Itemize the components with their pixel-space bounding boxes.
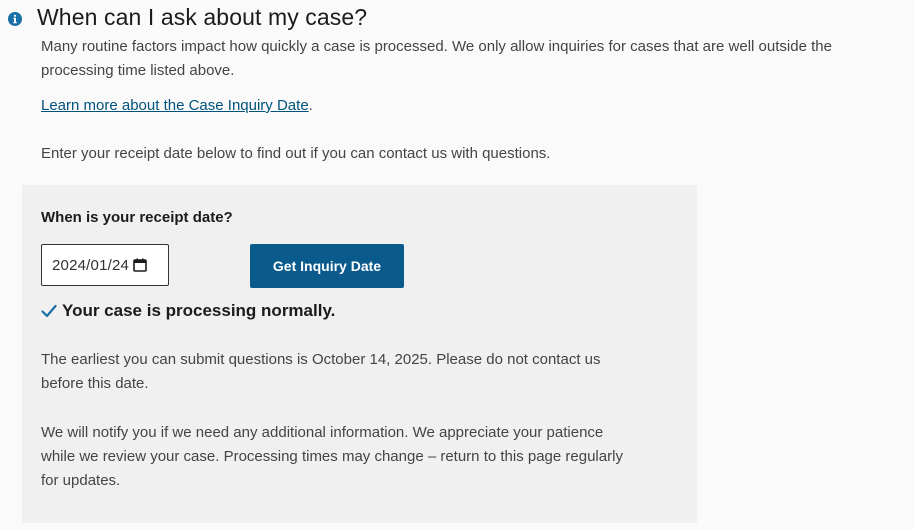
inquiry-date-panel: When is your receipt date? 2024/01/24 Ge…	[22, 185, 697, 523]
check-icon	[41, 304, 57, 318]
intro-text: Many routine factors impact how quickly …	[41, 38, 832, 79]
info-icon	[8, 12, 22, 26]
enter-receipt-instructions: Enter your receipt date below to find ou…	[41, 145, 551, 162]
receipt-date-value: 2024/01/24	[52, 256, 130, 274]
earliest-date-text: The earliest you can submit questions is…	[41, 351, 601, 392]
section-title: When can I ask about my case?	[37, 4, 368, 30]
case-inquiry-section: When can I ask about my case? Many routi…	[0, 0, 915, 529]
status-message: Your case is processing normally.	[62, 301, 336, 320]
learn-more-line: Learn more about the Case Inquiry Date.	[41, 94, 313, 118]
receipt-date-input[interactable]: 2024/01/24	[41, 244, 169, 286]
learn-more-suffix: .	[308, 97, 313, 114]
status-row: Your case is processing normally.	[41, 301, 335, 321]
get-inquiry-date-button[interactable]: Get Inquiry Date	[250, 244, 404, 288]
learn-more-link[interactable]: Learn more about the Case Inquiry Date	[41, 97, 309, 114]
receipt-date-label: When is your receipt date?	[41, 209, 233, 226]
calendar-icon[interactable]	[133, 258, 147, 272]
notify-text: We will notify you if we need any additi…	[41, 424, 623, 489]
